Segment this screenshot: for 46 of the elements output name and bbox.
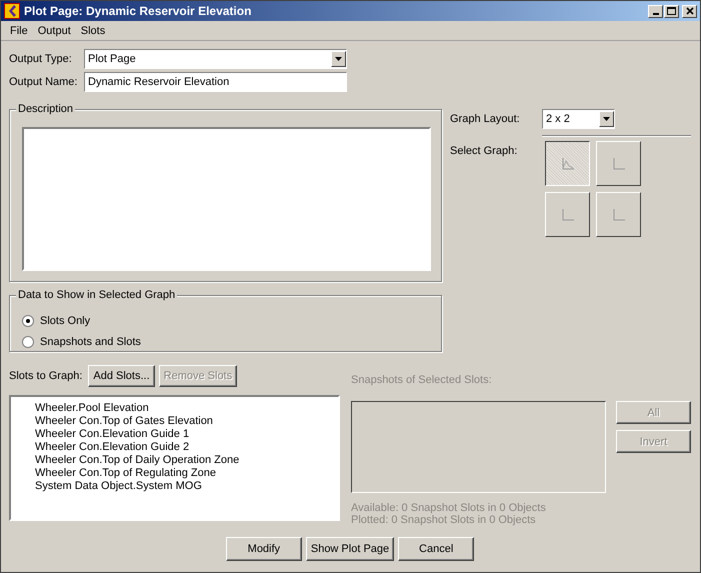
section-label: Snapshots of Selected Slots: — [351, 373, 493, 388]
list-item[interactable]: Wheeler Con.Top of Daily Operation Zone — [35, 454, 338, 467]
group-label: Description — [16, 103, 76, 115]
chart-icon — [562, 158, 574, 170]
field-label: Select Graph: — [450, 144, 518, 157]
radio-button[interactable] — [22, 336, 34, 348]
maximize-button[interactable] — [664, 4, 679, 18]
button[interactable]: Modify — [226, 537, 302, 561]
section-label: Slots to Graph: — [9, 370, 82, 382]
minimize-button[interactable] — [648, 4, 663, 18]
status-text: Available: 0 Snapshot Slots in 0 Objects — [351, 502, 547, 514]
list-item[interactable]: Wheeler.Pool Elevation — [35, 402, 338, 415]
field-label: Graph Layout: — [450, 113, 521, 125]
field-label: Output Type: — [9, 52, 73, 64]
close-icon — [686, 7, 694, 15]
menu-item[interactable]: Slots — [76, 24, 110, 36]
dropdown-arrow-icon — [603, 117, 610, 121]
text-field[interactable]: Dynamic Reservoir Elevation — [84, 72, 347, 92]
button[interactable]: Show Plot Page — [306, 537, 394, 561]
app-logo-icon — [4, 3, 20, 19]
list-item[interactable]: System Data Object.System MOG — [35, 480, 338, 493]
axes-icon — [612, 158, 624, 170]
list-item[interactable]: Wheeler Con.Top of Gates Elevation — [35, 415, 338, 428]
axes-icon — [562, 208, 574, 220]
window-title: Plot Page: Dynamic Reservoir Elevation — [24, 4, 252, 18]
dropdown[interactable]: Plot Page — [84, 48, 347, 68]
radio-label: Slots Only — [40, 314, 90, 326]
graph-button[interactable] — [545, 141, 590, 186]
maximize-icon — [667, 7, 676, 15]
button[interactable]: Cancel — [398, 537, 474, 561]
list-item[interactable]: Wheeler Con.Elevation Guide 1 — [35, 428, 338, 441]
radio-label: Snapshots and Slots — [40, 336, 141, 348]
dropdown-arrow-icon — [335, 56, 342, 60]
close-button[interactable] — [682, 4, 697, 18]
menu-item[interactable]: File — [5, 24, 33, 36]
list-item[interactable]: Wheeler Con.Top of Regulating Zone — [35, 467, 338, 480]
field-label: Output Name: — [9, 76, 78, 88]
status-text: Plotted: 0 Snapshot Slots in 0 Objects — [351, 514, 537, 526]
radio-button[interactable] — [22, 314, 34, 326]
axes-icon — [612, 208, 624, 220]
description-field[interactable] — [22, 127, 431, 271]
button[interactable]: Add Slots... — [88, 365, 155, 387]
menu-item[interactable]: Output — [32, 24, 76, 36]
dropdown[interactable]: 2 x 2 — [542, 109, 615, 129]
list-item[interactable]: Wheeler Con.Elevation Guide 2 — [35, 441, 338, 454]
group-label: Data to Show in Selected Graph — [16, 289, 178, 301]
